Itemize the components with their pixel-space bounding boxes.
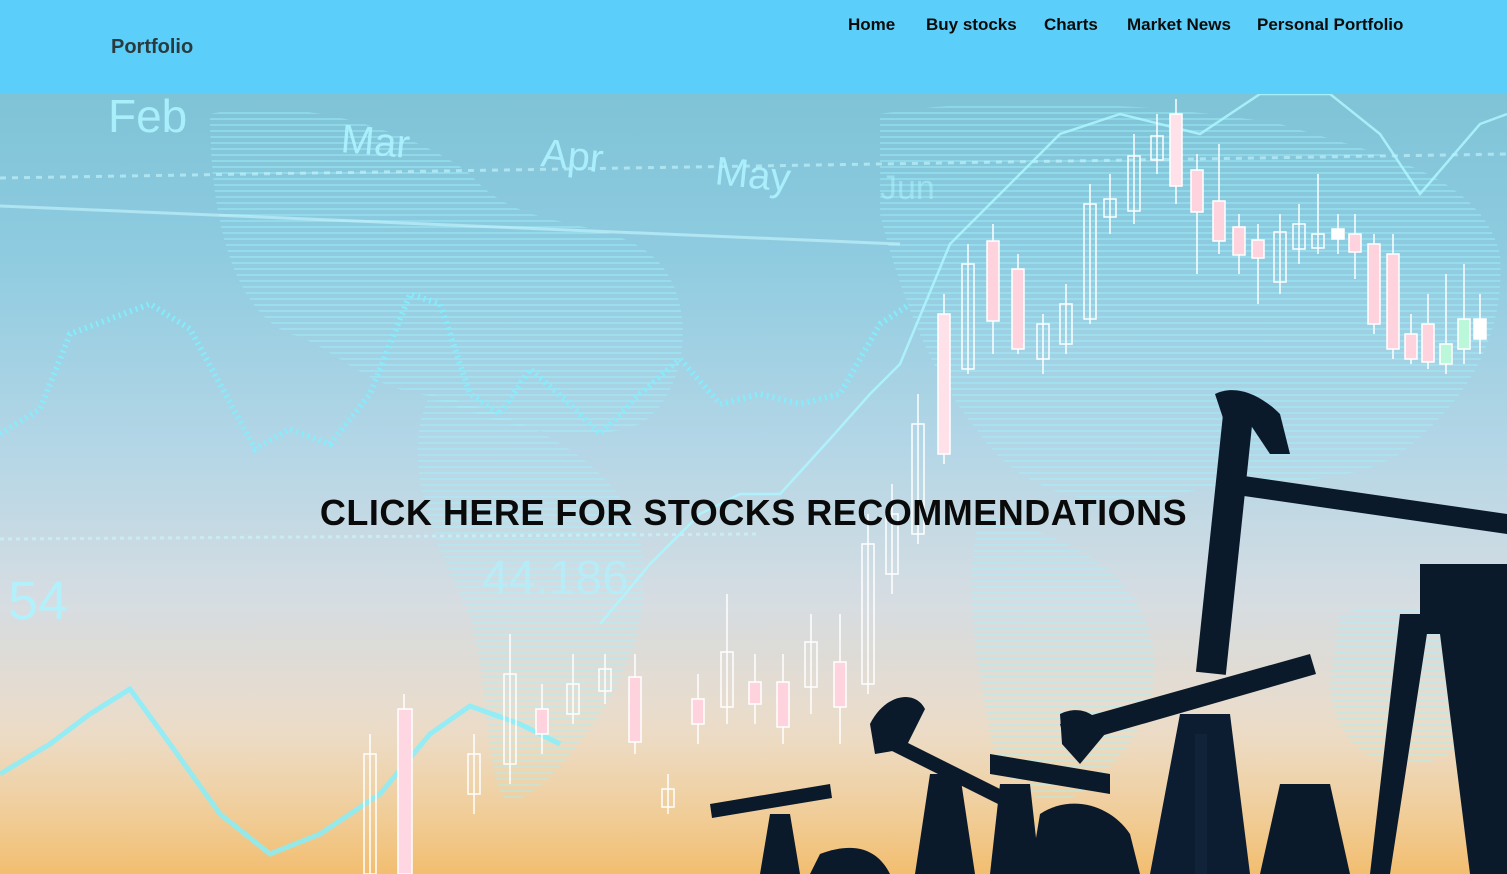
nav-personal-portfolio-link[interactable]: Personal Portfolio	[1257, 15, 1403, 35]
navbar: Portfolio Home Buy stocks Charts Market …	[0, 0, 1507, 94]
stock-recommendations-link[interactable]: CLICK HERE FOR STOCKS RECOMMENDATIONS	[0, 492, 1507, 534]
month-label-jun: Jun	[880, 169, 935, 207]
brand-logo-link[interactable]: Portfolio	[111, 36, 193, 59]
hero-banner: Feb Mar Apr May Jun 54 44.186 CLICK HERE…	[0, 94, 1507, 874]
nav-home-link[interactable]: Home	[848, 15, 895, 35]
nav-buy-stocks-link[interactable]: Buy stocks	[926, 15, 1017, 35]
month-label-mar: Mar	[339, 117, 411, 167]
nav-charts-link[interactable]: Charts	[1044, 15, 1098, 35]
hero-background-image: Feb Mar Apr May Jun 54 44.186	[0, 94, 1507, 874]
month-label-may: May	[713, 149, 793, 201]
nav-market-news-link[interactable]: Market News	[1127, 15, 1231, 35]
month-label-apr: Apr	[539, 131, 606, 181]
value-label-44186: 44.186	[482, 552, 629, 605]
value-label-54: 54	[8, 571, 68, 631]
month-label-feb: Feb	[108, 94, 187, 142]
